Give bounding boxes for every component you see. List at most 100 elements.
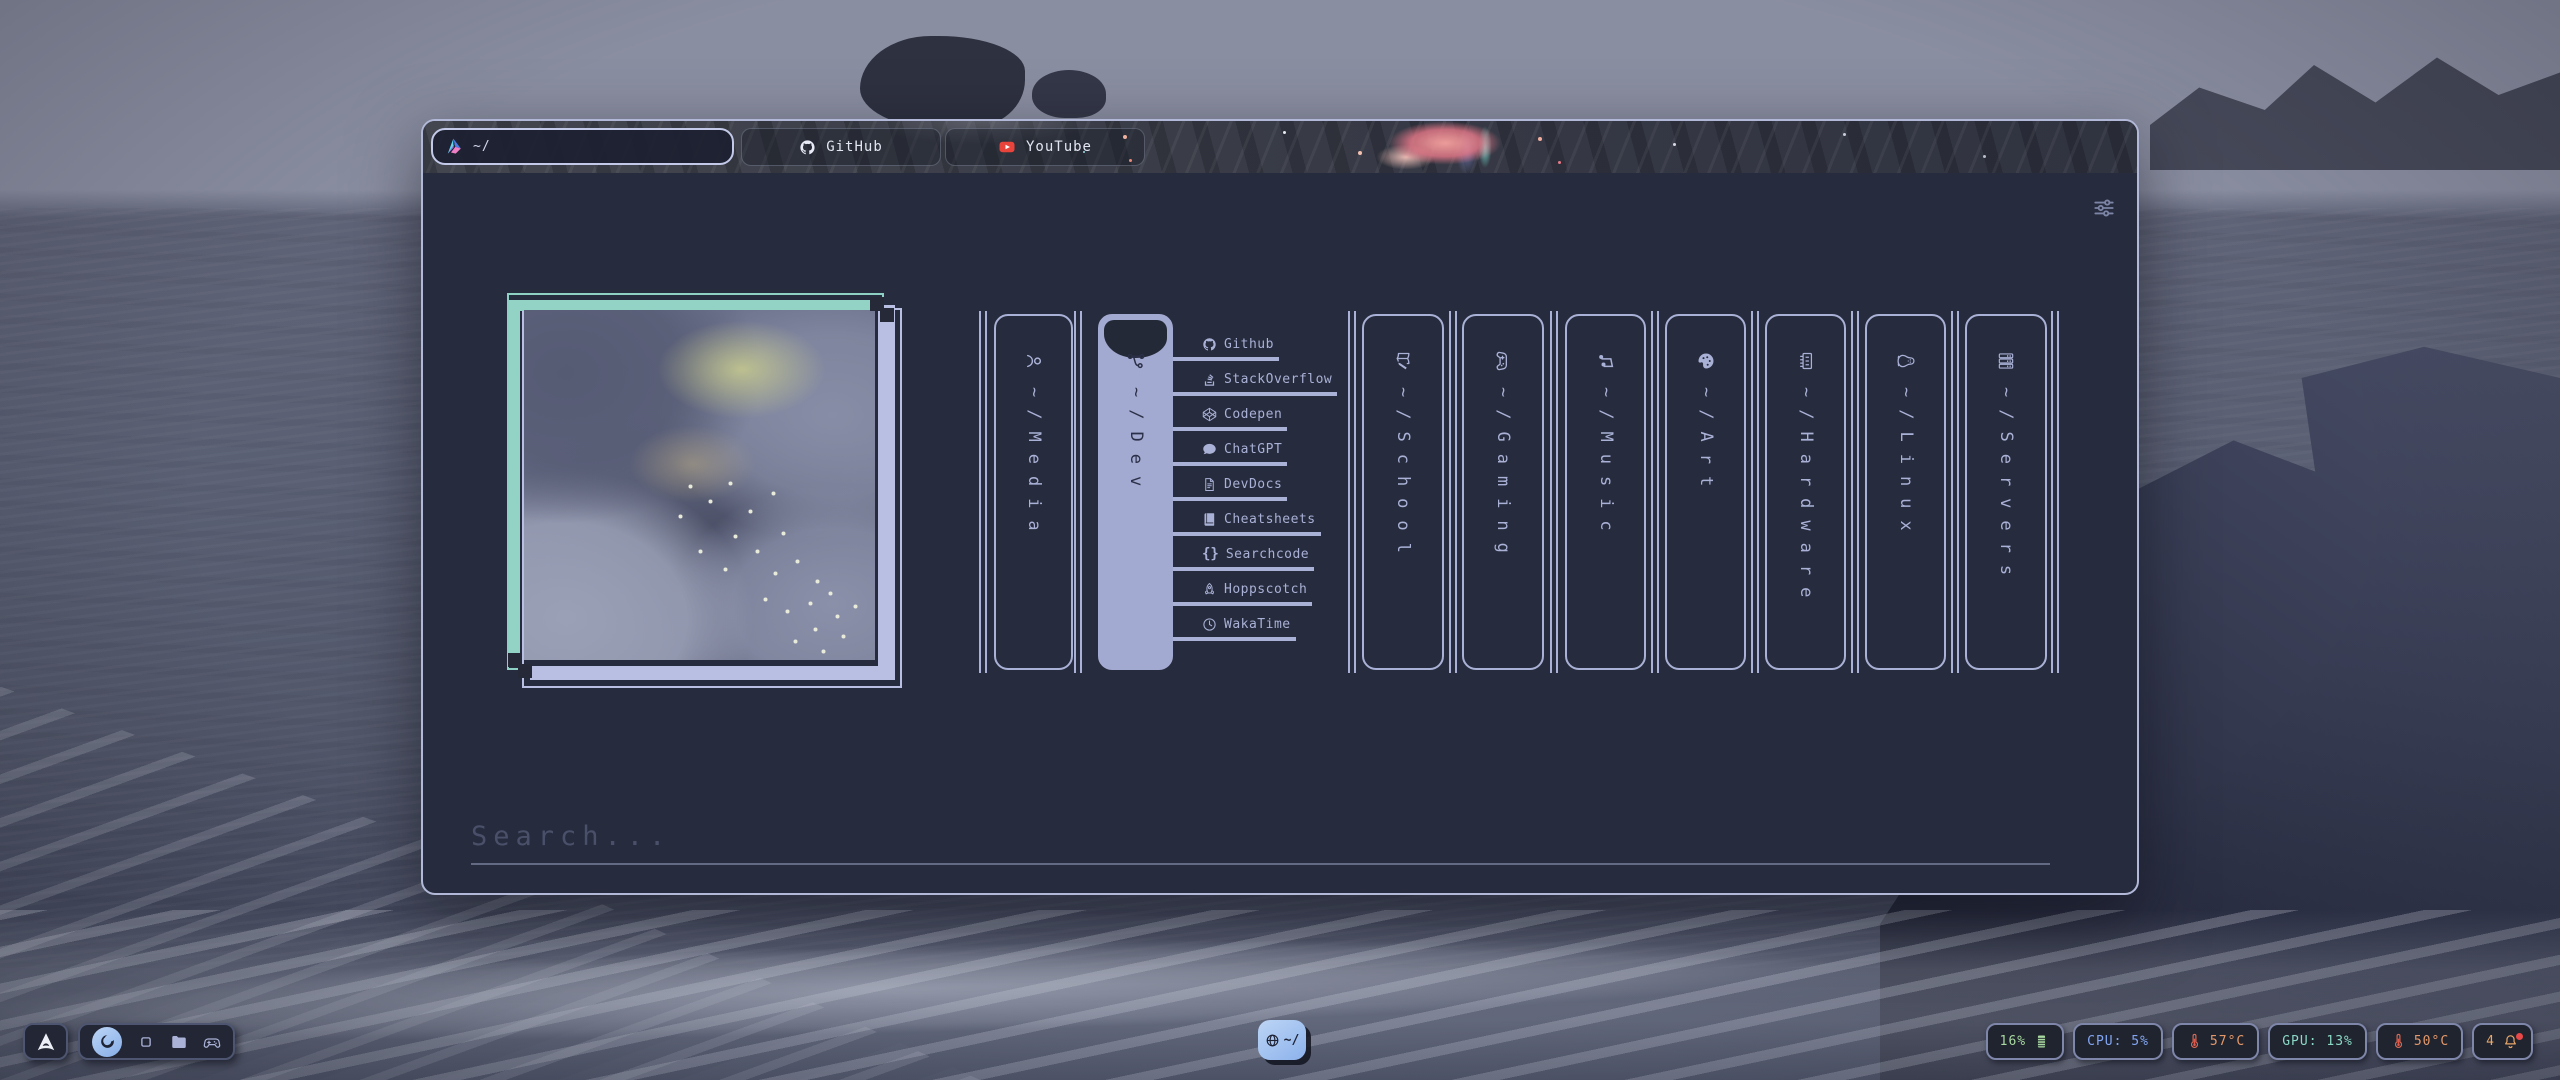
book-gaming[interactable]: ~/Gaming xyxy=(1462,314,1544,670)
book-school[interactable]: ~/School xyxy=(1362,314,1444,670)
spine-content: ~/School xyxy=(1383,327,1423,657)
spine-label: ~/Gaming xyxy=(1493,387,1513,565)
active-app-label: ~/ xyxy=(1284,1033,1300,1048)
book-linux[interactable]: ~/Linux xyxy=(1865,314,1946,670)
stat-pill-3[interactable]: GPU: 13% xyxy=(2268,1023,2367,1060)
artwork-frame-lavender-band xyxy=(530,666,895,680)
music-icon xyxy=(1596,351,1616,371)
stat-pill-0[interactable]: 16% xyxy=(1986,1023,2064,1060)
stat-pill-5[interactable]: 4 xyxy=(2472,1023,2533,1060)
chat-icon xyxy=(1202,442,1217,457)
square-icon xyxy=(137,1033,155,1051)
link-label: DevDocs xyxy=(1224,477,1282,492)
link-chatgpt[interactable]: ChatGPT xyxy=(1155,440,1287,466)
active-app-button[interactable]: ~/ xyxy=(1258,1020,1306,1060)
link-label: Searchcode xyxy=(1226,547,1309,562)
spine-label: ~/Hardware xyxy=(1796,387,1816,609)
ram-icon xyxy=(1796,351,1816,371)
spine-content: ~/Art xyxy=(1686,327,1726,657)
server-icon xyxy=(1996,351,2016,371)
stat-label: 4 xyxy=(2486,1034,2495,1049)
spine-content: ~/Gaming xyxy=(1483,327,1523,657)
url-input[interactable] xyxy=(473,139,720,154)
stat-label: CPU: 5% xyxy=(2087,1034,2149,1049)
book-dev[interactable]: ~/Dev xyxy=(1098,314,1173,670)
banner-speckle xyxy=(1558,161,1561,164)
banner-speckle xyxy=(1983,155,1986,158)
spine-content: ~/Servers xyxy=(1986,327,2026,657)
folder-icon xyxy=(170,1033,188,1051)
braces-icon: {} xyxy=(1202,546,1219,562)
globe-icon xyxy=(1265,1033,1280,1048)
link-label: StackOverflow xyxy=(1224,372,1332,387)
launcher-button[interactable] xyxy=(23,1023,68,1060)
tab-youtube[interactable]: YouTube xyxy=(945,128,1145,166)
tab-bar: GitHub YouTube xyxy=(423,121,2137,173)
stat-pill-4[interactable]: 50°C xyxy=(2376,1023,2463,1060)
search-underline xyxy=(471,863,2050,865)
search-input[interactable] xyxy=(471,813,2051,859)
link-wakatime[interactable]: WakaTime xyxy=(1155,615,1296,641)
book-icon xyxy=(1202,512,1217,527)
dock-item-games[interactable] xyxy=(203,1033,221,1051)
banner-speckle xyxy=(1129,159,1132,162)
settings-sliders-icon xyxy=(2091,195,2119,221)
url-bar[interactable] xyxy=(431,128,734,165)
link-codepen[interactable]: Codepen xyxy=(1155,405,1287,431)
spine-content: ~/Music xyxy=(1586,327,1626,657)
book-media[interactable]: ~/Media xyxy=(994,314,1073,670)
dock-item-window[interactable] xyxy=(137,1033,155,1051)
github-favicon xyxy=(799,139,816,156)
book-servers[interactable]: ~/Servers xyxy=(1965,314,2047,670)
book-music[interactable]: ~/Music xyxy=(1565,314,1646,670)
taskbar-left xyxy=(23,1023,235,1060)
tab-github[interactable]: GitHub xyxy=(741,128,941,166)
notification-badge xyxy=(2516,1033,2523,1040)
stat-pill-1[interactable]: CPU: 5% xyxy=(2073,1023,2163,1060)
shelf-divider xyxy=(1348,311,1356,673)
codepen-icon xyxy=(1202,407,1217,422)
gamepad-icon xyxy=(1493,351,1513,371)
banner-speckle xyxy=(1283,131,1286,134)
link-hoppscotch[interactable]: Hoppscotch xyxy=(1155,580,1312,606)
spine-label: ~/Servers xyxy=(1996,387,2016,587)
dock xyxy=(78,1023,235,1060)
book-hardware[interactable]: ~/Hardware xyxy=(1765,314,1846,670)
user-icon xyxy=(1024,351,1044,371)
banner-speckle xyxy=(1123,135,1127,139)
spine-content: ~/Linux xyxy=(1886,327,1926,657)
link-searchcode[interactable]: {} Searchcode xyxy=(1155,545,1314,571)
artwork-frame-teal-band xyxy=(509,300,520,662)
link-devdocs[interactable]: DevDocs xyxy=(1155,475,1287,501)
spine-label: ~/School xyxy=(1393,387,1413,565)
spine-content: ~/Dev xyxy=(1116,327,1156,657)
dock-item-files[interactable] xyxy=(170,1033,188,1051)
artwork-frame-lavender-band xyxy=(878,305,895,679)
browser-window: GitHub YouTube ~/Media Github StackOverflo… xyxy=(421,119,2139,895)
shelf-divider xyxy=(979,311,987,673)
stat-pill-2[interactable]: 57°C xyxy=(2172,1023,2259,1060)
rocket-icon xyxy=(1202,582,1217,597)
chip-icon xyxy=(2033,1033,2050,1050)
book-art[interactable]: ~/Art xyxy=(1665,314,1746,670)
settings-sliders-icon[interactable] xyxy=(2091,195,2119,223)
arch-icon xyxy=(35,1031,57,1053)
shelf-divider xyxy=(1651,311,1659,673)
banner-speckle xyxy=(1083,151,1085,153)
shelf-divider xyxy=(1449,311,1457,673)
penguin-icon xyxy=(1896,351,1916,371)
link-stackoverflow[interactable]: StackOverflow xyxy=(1155,370,1337,396)
tab-label: GitHub xyxy=(826,139,883,155)
shelf-divider xyxy=(1550,311,1558,673)
spine-content: ~/Media xyxy=(1014,327,1054,657)
banner-speckle xyxy=(1538,137,1542,141)
stat-label: 57°C xyxy=(2210,1034,2245,1049)
stat-label: 16% xyxy=(2000,1034,2026,1049)
spine-content: ~/Hardware xyxy=(1786,327,1826,657)
link-label: Codepen xyxy=(1224,407,1282,422)
dock-item-firefox[interactable] xyxy=(92,1027,122,1057)
link-github[interactable]: Github xyxy=(1155,335,1279,361)
youtube-favicon xyxy=(998,138,1016,156)
link-cheatsheets[interactable]: Cheatsheets xyxy=(1155,510,1321,536)
frame-handle xyxy=(880,308,894,322)
